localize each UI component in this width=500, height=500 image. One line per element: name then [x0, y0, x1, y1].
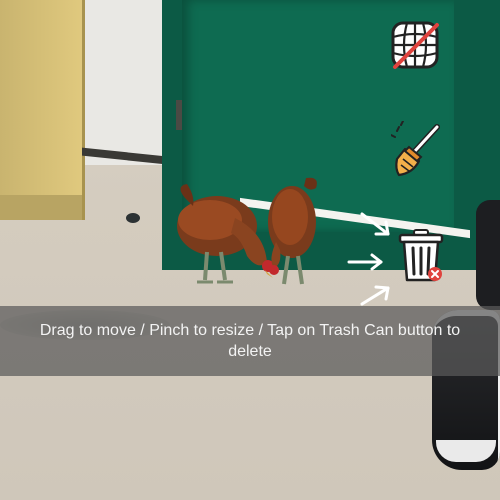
shoe-upper — [476, 200, 500, 310]
left-cabinet — [0, 0, 85, 220]
instruction-text: Drag to move / Pinch to resize / Tap on … — [39, 322, 461, 360]
sneaker-sole — [436, 440, 496, 462]
cabinet-base — [0, 195, 82, 220]
broom-icon — [391, 121, 440, 177]
grid-off-icon — [391, 21, 439, 69]
door-hinge — [176, 100, 182, 130]
hint-arrow-middle — [347, 253, 383, 271]
hint-arrow-top — [360, 212, 390, 236]
clear-all-button[interactable] — [390, 120, 446, 178]
ar-chicken-right[interactable] — [262, 172, 328, 288]
delete-button[interactable] — [396, 228, 446, 284]
toggle-grid-button[interactable] — [386, 16, 444, 74]
hint-arrow-bottom — [360, 285, 390, 306]
floor-pebble — [126, 213, 140, 223]
trash-can-icon — [398, 229, 444, 282]
instruction-toast: Drag to move / Pinch to resize / Tap on … — [0, 306, 500, 376]
camera-view[interactable]: Drag to move / Pinch to resize / Tap on … — [0, 0, 500, 500]
